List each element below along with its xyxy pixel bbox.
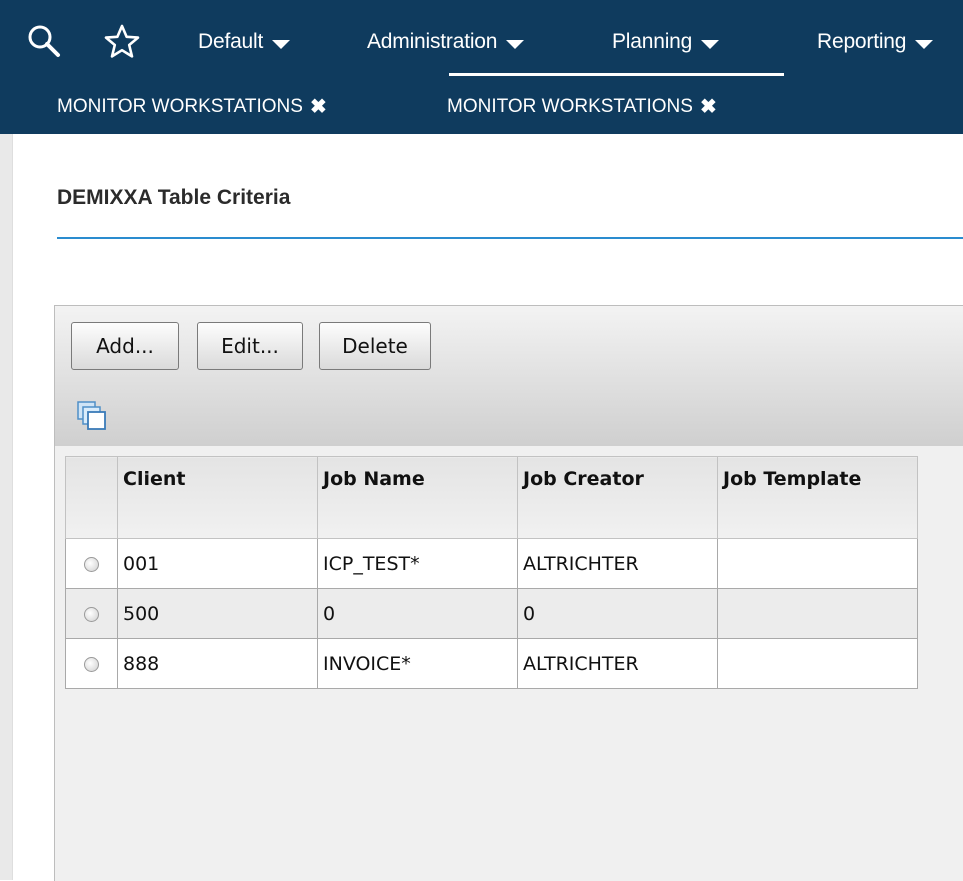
job-template-cell (717, 538, 918, 589)
tab-monitor-workstations-2[interactable]: MONITOR WORKSTATIONS ✖ (447, 94, 717, 119)
delete-button[interactable]: Delete (319, 322, 431, 370)
menu-default-label: Default (198, 30, 264, 53)
tab-label: MONITOR WORKSTATIONS (57, 95, 303, 117)
tab-label: MONITOR WORKSTATIONS (447, 95, 693, 117)
client-cell: 001 (117, 538, 318, 589)
job-name-cell: 0 (317, 588, 518, 639)
chevron-down-icon (701, 39, 720, 49)
row-select-cell[interactable] (65, 538, 118, 589)
menu-administration-label: Administration (367, 30, 498, 53)
copy-icon[interactable] (77, 401, 107, 431)
column-header-client[interactable]: Client (117, 456, 318, 539)
table-row[interactable]: 888 INVOICE* ALTRICHTER (65, 638, 918, 689)
star-icon[interactable] (102, 22, 142, 62)
toolbar (55, 306, 963, 446)
job-name-cell: ICP_TEST* (317, 538, 518, 589)
menu-reporting[interactable]: Reporting (817, 30, 934, 54)
page-left-strip (0, 134, 13, 880)
column-header-job-template[interactable]: Job Template (717, 456, 918, 539)
search-icon[interactable] (26, 22, 66, 62)
close-icon[interactable]: ✖ (310, 94, 327, 119)
menu-administration[interactable]: Administration (367, 30, 525, 54)
job-creator-cell: ALTRICHTER (517, 638, 718, 689)
close-icon[interactable]: ✖ (700, 94, 717, 119)
job-creator-cell: ALTRICHTER (517, 538, 718, 589)
row-select-cell[interactable] (65, 638, 118, 689)
criteria-table: Client Job Name Job Creator Job Template… (65, 456, 918, 689)
title-divider (57, 237, 963, 239)
menu-planning[interactable]: Planning (612, 30, 720, 54)
client-cell: 888 (117, 638, 318, 689)
add-button[interactable]: Add... (71, 322, 179, 370)
menu-reporting-label: Reporting (817, 30, 907, 53)
active-tab-indicator (449, 73, 784, 76)
row-select-cell[interactable] (65, 588, 118, 639)
page-title: DEMIXXA Table Criteria (57, 186, 291, 209)
menu-default[interactable]: Default (198, 30, 291, 54)
job-name-cell: INVOICE* (317, 638, 518, 689)
menu-planning-label: Planning (612, 30, 693, 53)
chevron-down-icon (272, 39, 291, 49)
radio-icon[interactable] (84, 606, 99, 622)
tab-monitor-workstations-1[interactable]: MONITOR WORKSTATIONS ✖ (57, 94, 327, 119)
top-navigation-bar: Default Administration Planning Reportin… (0, 0, 963, 134)
column-header-job-name[interactable]: Job Name (317, 456, 518, 539)
chevron-down-icon (506, 39, 525, 49)
job-template-cell (717, 588, 918, 639)
select-column-header (65, 456, 118, 539)
edit-button[interactable]: Edit... (197, 322, 303, 370)
chevron-down-icon (915, 39, 934, 49)
table-row[interactable]: 500 0 0 (65, 588, 918, 639)
table-header-row: Client Job Name Job Creator Job Template (65, 456, 918, 539)
job-creator-cell: 0 (517, 588, 718, 639)
table-row[interactable]: 001 ICP_TEST* ALTRICHTER (65, 538, 918, 589)
job-template-cell (717, 638, 918, 689)
client-cell: 500 (117, 588, 318, 639)
radio-icon[interactable] (84, 556, 99, 572)
criteria-panel: Add... Edit... Delete Client Job Name Jo… (54, 305, 963, 881)
column-header-job-creator[interactable]: Job Creator (517, 456, 718, 539)
radio-icon[interactable] (84, 656, 99, 672)
